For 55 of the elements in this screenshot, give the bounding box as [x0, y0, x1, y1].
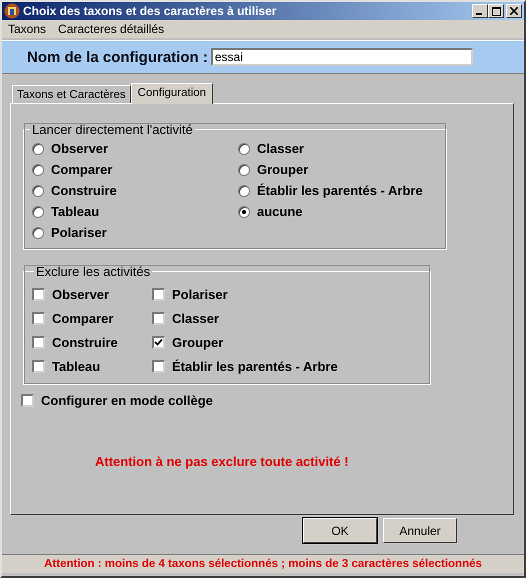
radio-button[interactable]	[238, 206, 250, 218]
radio-button[interactable]	[32, 142, 44, 154]
radio-button[interactable]	[32, 206, 44, 218]
checkbox[interactable]	[152, 288, 165, 300]
option-label: Construire	[52, 334, 118, 350]
config-name-label: Nom de la configuration :	[27, 48, 208, 66]
option-label: Observer	[52, 286, 110, 302]
checkbox[interactable]	[32, 288, 45, 300]
option-label: aucune	[257, 204, 303, 219]
option-label: Classer	[172, 310, 219, 326]
radio-button[interactable]	[32, 184, 44, 196]
close-button[interactable]	[506, 4, 522, 18]
option-label: Tableau	[52, 358, 100, 374]
checkbox[interactable]	[32, 336, 45, 348]
group-title: Lancer directement l'activité	[31, 122, 194, 137]
option-label: Grouper	[172, 334, 224, 350]
option-label: Établir les parentés - Arbre	[257, 183, 423, 198]
group-title: Exclure les activités	[35, 264, 152, 279]
app-icon	[4, 3, 20, 19]
option-label: Établir les parentés - Arbre	[172, 358, 338, 374]
checkbox[interactable]	[21, 394, 34, 407]
tab[interactable]: Taxons et Caractères	[12, 85, 131, 103]
close-icon	[510, 7, 518, 15]
cancel-button[interactable]: Annuler	[383, 518, 457, 543]
radio-button[interactable]	[238, 164, 250, 176]
maximize-button[interactable]	[488, 4, 504, 18]
radio-button[interactable]	[238, 142, 250, 154]
status-bar: Attention : moins de 4 taxons sélectionnés ; moins de 3 caractères sélectionnés	[2, 554, 524, 573]
option-label: Polariser	[172, 286, 228, 302]
option-label: Construire	[51, 183, 117, 198]
maximize-icon	[492, 6, 500, 16]
checkbox[interactable]	[32, 360, 45, 372]
checkbox[interactable]	[32, 312, 45, 324]
ok-button[interactable]: OK	[303, 518, 377, 543]
checkbox[interactable]	[152, 336, 165, 348]
option-label: Observer	[51, 141, 108, 156]
option-label: Grouper	[257, 162, 308, 177]
menu-item[interactable]: Caracteres détaillés	[58, 22, 164, 36]
option-label: Comparer	[52, 310, 114, 326]
tab[interactable]: Configuration	[130, 83, 214, 104]
option-label: Configurer en mode collège	[41, 393, 213, 408]
config-name-field[interactable]: essai	[210, 48, 473, 66]
option-label: Classer	[257, 141, 304, 156]
minimize-button[interactable]	[472, 4, 488, 18]
radio-button[interactable]	[238, 184, 250, 196]
checkbox[interactable]	[152, 360, 165, 372]
window-title: Choix des taxons et des caractères à utiliser	[23, 4, 278, 18]
menu-item[interactable]: Taxons	[8, 22, 46, 36]
checkbox[interactable]	[152, 312, 165, 324]
warning-text: Attention à ne pas exclure toute activité !	[95, 454, 350, 469]
option-label: Polariser	[51, 225, 107, 240]
radio-button[interactable]	[32, 164, 44, 176]
option-label: Tableau	[51, 204, 100, 219]
option-label: Comparer	[51, 162, 112, 177]
radio-button[interactable]	[32, 226, 44, 238]
